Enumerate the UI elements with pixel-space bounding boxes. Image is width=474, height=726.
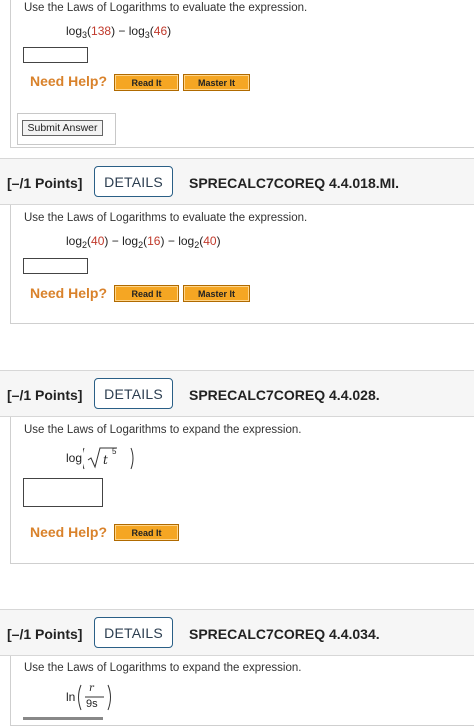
question-prompt: Use the Laws of Logarithms to expand the… xyxy=(24,662,302,674)
points-label: [–/1 Points] xyxy=(7,387,83,403)
answer-input[interactable] xyxy=(23,47,88,63)
submit-answer-button[interactable]: Submit Answer xyxy=(22,120,103,136)
question-header-3: [–/1 Points] DETAILS SPRECALC7COREQ 4.4.… xyxy=(0,370,474,417)
details-button[interactable]: DETAILS xyxy=(94,378,173,409)
math-expression: log3(138) − log3(46) xyxy=(66,24,172,40)
master-it-button[interactable]: Master It xyxy=(183,74,250,91)
question-code: SPRECALC7COREQ 4.4.018.MI. xyxy=(189,175,400,191)
question-prompt: Use the Laws of Logarithms to evaluate t… xyxy=(24,2,308,14)
need-help-label: Need Help? xyxy=(30,73,108,89)
read-it-button[interactable]: Read It xyxy=(114,285,179,302)
points-label: [–/1 Points] xyxy=(7,175,83,191)
question-prompt: Use the Laws of Logarithms to evaluate t… xyxy=(24,212,308,224)
question-header-2: [–/1 Points] DETAILS SPRECALC7COREQ 4.4.… xyxy=(0,158,474,205)
master-it-button[interactable]: Master It xyxy=(183,285,250,302)
details-button[interactable]: DETAILS xyxy=(94,166,173,197)
question-code: SPRECALC7COREQ 4.4.028. xyxy=(189,387,380,403)
question-code: SPRECALC7COREQ 4.4.034. xyxy=(189,626,380,642)
points-label: [–/1 Points] xyxy=(7,626,83,642)
read-it-button[interactable]: Read It xyxy=(114,74,179,91)
answer-input[interactable] xyxy=(23,258,88,274)
answer-input[interactable] xyxy=(23,478,103,507)
need-help-label: Need Help? xyxy=(30,285,108,301)
question-prompt: Use the Laws of Logarithms to expand the… xyxy=(24,424,302,436)
need-help-label: Need Help? xyxy=(30,524,108,540)
math-expression: log2(40) − log2(16) − log2(40) xyxy=(66,234,221,250)
question-header-4: [–/1 Points] DETAILS SPRECALC7COREQ 4.4.… xyxy=(0,609,474,656)
read-it-button[interactable]: Read It xyxy=(114,524,179,541)
details-button[interactable]: DETAILS xyxy=(94,617,173,648)
